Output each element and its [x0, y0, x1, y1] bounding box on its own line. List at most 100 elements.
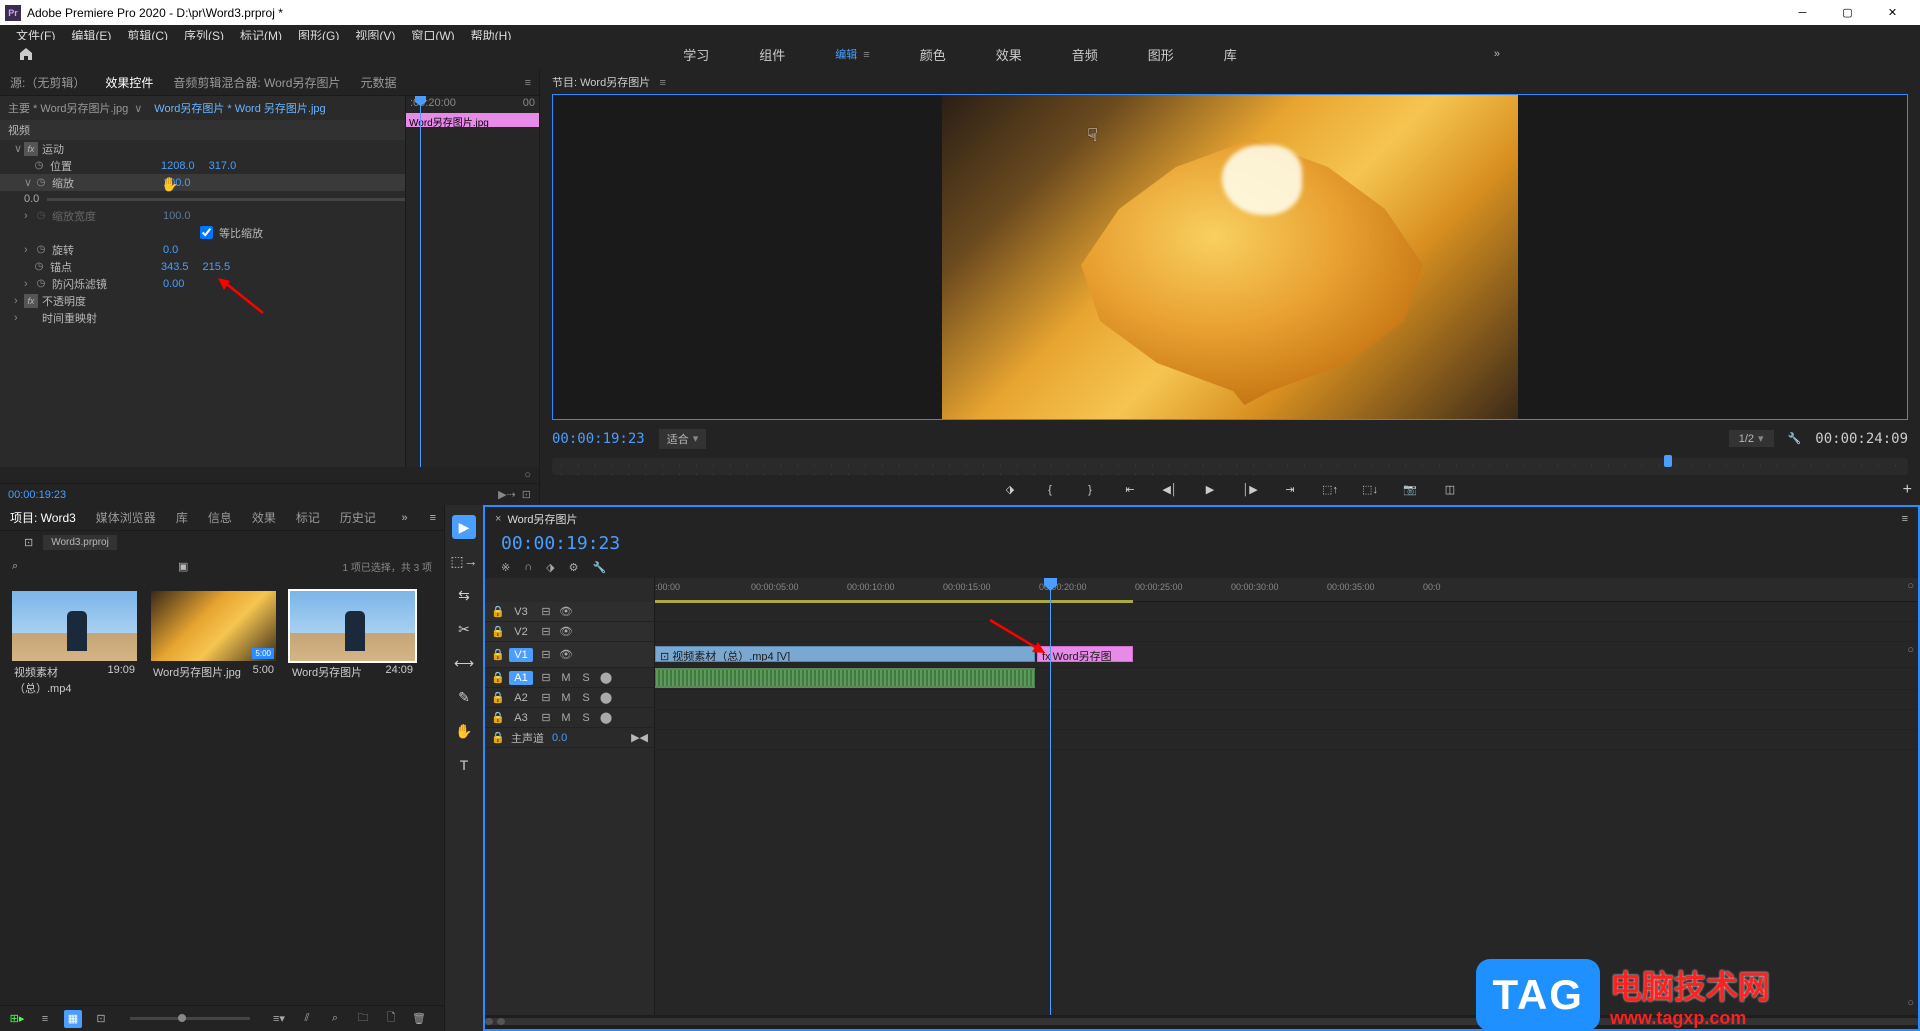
razor-tool[interactable]: ✂ [452, 617, 476, 641]
tab-project[interactable]: 项目: Word3 [8, 505, 78, 530]
timeline-ruler[interactable]: :00:00 00:00:05:00 00:00:10:00 00:00:15:… [655, 578, 1918, 602]
mark-in-button[interactable]: { [1039, 479, 1061, 501]
tab-source[interactable]: 源:（无剪辑） [8, 70, 87, 95]
button-editor-add[interactable]: + [1903, 481, 1912, 499]
track-name[interactable]: A1 [509, 671, 533, 685]
track-output-icon[interactable]: 👁 [559, 648, 573, 661]
tab-proj-markers[interactable]: 标记 [294, 505, 322, 530]
footer-timecode[interactable]: 00:00:19:23 [8, 489, 66, 501]
ripple-edit-tool[interactable]: ⇆ [452, 583, 476, 607]
stopwatch-icon[interactable]: ◷ [32, 260, 46, 274]
track-lane-a3[interactable] [655, 710, 1918, 730]
track-name[interactable]: V2 [509, 625, 533, 639]
bin-thumbnail[interactable]: 5:00 [151, 591, 276, 661]
new-bin-icon[interactable]: 🗀 [354, 1010, 372, 1028]
program-timecode-current[interactable]: 00:00:19:23 [552, 431, 645, 447]
step-back-button[interactable]: ◀│ [1159, 479, 1181, 501]
track-header-master[interactable]: 🔒 主声道 0.0 ▶◀ [485, 728, 654, 748]
expand-icon[interactable]: › [14, 312, 24, 324]
tab-audio-mixer[interactable]: 音频剪辑混合器: Word另存图片 [171, 70, 342, 95]
panel-menu-icon[interactable]: ≡ [525, 77, 531, 89]
mute-icon[interactable]: M [559, 692, 573, 704]
bin-thumbnail[interactable] [12, 591, 137, 661]
go-to-out-button[interactable]: ⇥ [1279, 479, 1301, 501]
workspace-graphics[interactable]: 图形 [1138, 41, 1184, 68]
track-output-icon[interactable]: 👁 [559, 625, 573, 638]
sync-lock-icon[interactable]: ⊟ [539, 605, 553, 618]
project-overflow[interactable]: » [401, 512, 407, 524]
track-header-a1[interactable]: 🔒 A1 ⊟ M S ⬤ [485, 668, 654, 688]
sync-lock-icon[interactable]: ⊟ [539, 691, 553, 704]
track-output-icon[interactable]: 👁 [559, 605, 573, 618]
stopwatch-icon[interactable]: ◷ [34, 176, 48, 190]
freeform-view-icon[interactable]: ⊡ [92, 1010, 110, 1028]
solo-icon[interactable]: S [579, 712, 593, 724]
solo-icon[interactable]: S [579, 692, 593, 704]
track-lane-a1[interactable] [655, 668, 1918, 690]
lock-icon[interactable]: 🔒 [491, 671, 503, 684]
snap-icon[interactable]: ※ [501, 561, 510, 574]
expand-icon[interactable]: ▶◀ [631, 731, 648, 744]
resolution-select[interactable]: 1/2▾ [1729, 430, 1774, 447]
anchor-y-value[interactable]: 215.5 [203, 261, 231, 273]
expand-icon[interactable]: › [14, 295, 24, 307]
position-y-value[interactable]: 317.0 [209, 160, 237, 172]
workspace-menu-icon[interactable]: ≡ [863, 49, 869, 61]
lock-icon[interactable]: 🔒 [491, 711, 503, 724]
bin-item[interactable]: 5:00 Word另存图片.jpg5:00 [151, 591, 276, 699]
linked-selection-icon[interactable]: ∩ [524, 561, 532, 573]
mini-playhead[interactable] [420, 96, 421, 467]
clear-icon[interactable]: 🗑 [410, 1010, 428, 1028]
track-header-v2[interactable]: 🔒 V2 ⊟ 👁 [485, 622, 654, 642]
workspace-learning[interactable]: 学习 [673, 41, 719, 68]
type-tool[interactable]: T [452, 753, 476, 777]
track-name[interactable]: A2 [509, 691, 533, 705]
scrubber-playhead[interactable] [1664, 455, 1672, 467]
step-forward-button[interactable]: │▶ [1239, 479, 1261, 501]
tab-effect-controls[interactable]: 效果控件 [103, 70, 155, 95]
mini-clip-bar[interactable]: Word另存图片.jpg [406, 113, 539, 127]
fx-badge-icon[interactable]: fx [24, 294, 38, 308]
project-bins[interactable]: 视频素材（总）.mp419:09 5:00 Word另存图片.jpg5:00 W… [0, 579, 444, 1005]
new-item-icon[interactable]: 🗋 [382, 1010, 400, 1028]
stopwatch-icon[interactable]: ◷ [34, 243, 48, 257]
fit-zoom-select[interactable]: 适合▾ [659, 429, 707, 449]
track-select-tool[interactable]: ⬚→ [452, 549, 476, 573]
wrench-icon[interactable]: 🔧 [592, 561, 606, 574]
scroll-handle-icon[interactable]: ○ [1907, 997, 1914, 1009]
voiceover-icon[interactable]: ⬤ [599, 711, 613, 724]
panel-menu-icon[interactable]: ≡ [430, 512, 436, 524]
maximize-button[interactable]: ▢ [1825, 0, 1870, 25]
track-name[interactable]: V3 [509, 605, 533, 619]
bin-item[interactable]: Word另存图片24:09 [290, 591, 415, 699]
play-button[interactable]: ▶ [1199, 479, 1221, 501]
sync-lock-icon[interactable]: ⊟ [539, 648, 553, 661]
program-scrubber[interactable]: · · · · · · · · · · · · · · · · · · · · … [552, 458, 1908, 475]
scroll-handle-icon[interactable]: ○ [1907, 580, 1914, 592]
bin-item[interactable]: 视频素材（总）.mp419:09 [12, 591, 137, 699]
thumbnail-size-slider[interactable] [130, 1017, 250, 1020]
voiceover-icon[interactable]: ⬤ [599, 691, 613, 704]
stopwatch-icon[interactable]: ◷ [32, 159, 46, 173]
panel-menu-icon[interactable]: ≡ [1902, 513, 1908, 525]
sync-lock-icon[interactable]: ⊟ [539, 711, 553, 724]
track-lane-v3[interactable] [655, 602, 1918, 622]
track-header-a2[interactable]: 🔒 A2 ⊟ M S ⬤ [485, 688, 654, 708]
freeform-view-icon[interactable]: ⊞▸ [8, 1010, 26, 1028]
marker-icon[interactable]: ⬗ [546, 561, 554, 574]
scroll-handle-icon[interactable]: ○ [1907, 644, 1914, 656]
clip-audio-main[interactable] [655, 668, 1035, 688]
add-marker-button[interactable]: ⬗ [999, 479, 1021, 501]
lock-icon[interactable]: 🔒 [491, 691, 503, 704]
hand-tool[interactable]: ✋ [452, 719, 476, 743]
voiceover-icon[interactable]: ⬤ [599, 671, 613, 684]
selection-tool[interactable]: ▶ [452, 515, 476, 539]
tab-info[interactable]: 信息 [206, 505, 234, 530]
track-header-v3[interactable]: 🔒 V3 ⊟ 👁 [485, 602, 654, 622]
expand-icon[interactable]: › [24, 210, 34, 222]
icon-view-icon[interactable]: ▦ [64, 1010, 82, 1028]
settings-icon[interactable]: ⚙ [569, 561, 579, 574]
tab-history[interactable]: 历史记 [338, 505, 378, 530]
mute-icon[interactable]: M [559, 672, 573, 684]
sync-lock-icon[interactable]: ⊟ [539, 671, 553, 684]
